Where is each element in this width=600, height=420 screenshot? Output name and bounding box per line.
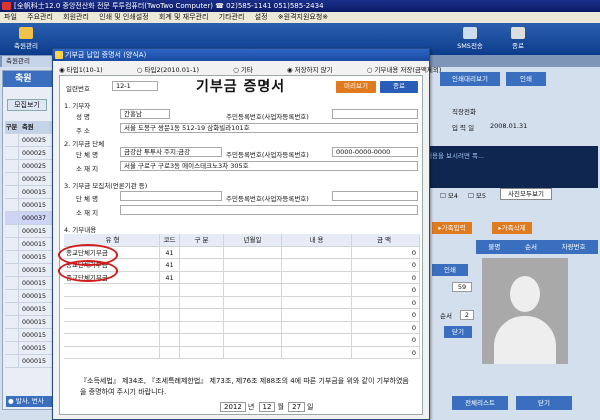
donation-certificate-dialog: 기부금 납입 증명서 (양식A) ◉ 타입1(10-1) ○ 타입2(2010.… <box>52 48 441 420</box>
section-donor: 1. 기부자 <box>64 102 91 110</box>
checkbox-5[interactable]: ☐ 모5 <box>468 190 486 200</box>
grid-row[interactable]: 0 <box>64 284 420 297</box>
section-organization: 2. 기부금 단체 <box>64 140 105 148</box>
toolbar-exit-button[interactable]: 종료 <box>498 25 538 53</box>
year-field[interactable]: 2012 <box>220 402 246 412</box>
menu-member[interactable]: 회원관리 <box>63 13 89 21</box>
section-collector: 3. 기부금 모집처(언론기관 등) <box>64 182 148 190</box>
show-photos-button[interactable]: 사진모두보기 <box>500 188 552 200</box>
donor-address-field[interactable]: 서울 도봉구 쌍문1동 512-19 삼화빌라101호 <box>120 123 418 133</box>
donor-rrn-field[interactable] <box>332 109 418 119</box>
grid-row[interactable]: 종교단체기부금 41 0 <box>64 271 420 284</box>
app-icon <box>2 2 11 10</box>
print-button[interactable]: 인쇄 <box>506 72 546 86</box>
quantity-field[interactable]: 59 <box>452 282 472 292</box>
print-small-button[interactable]: 인쇄 <box>432 264 468 276</box>
grid-header: 유 형 코드 구 분 년월일 내 용금 액 <box>64 234 420 247</box>
serial-label: 일련번호 <box>66 85 90 93</box>
dialog-title: 기부금 납입 증명서 (양식A) <box>65 51 147 59</box>
certificate-date: 2012 년 12 월 27 일 <box>218 402 314 412</box>
radio-no-save[interactable]: ◉ 저장하지 않기 <box>287 66 349 74</box>
collector-name-label: 단 체 명 <box>76 195 99 203</box>
notice-text: 내용을 보시려면 폭... <box>426 152 485 160</box>
notice-box: 내용을 보시려면 폭... <box>422 146 598 188</box>
org-rrn-field[interactable]: 0000-0000-0000 <box>332 147 418 157</box>
radio-type1[interactable]: ◉ 타입1(10-1) <box>59 66 119 74</box>
menu-account[interactable]: 회계 및 재무관리 <box>159 13 209 21</box>
toolbar-sms-button[interactable]: SMS전송 <box>450 25 490 53</box>
close-small-button[interactable]: 닫기 <box>444 326 472 338</box>
menu-bar: 파일 주요관리 회원관리 인쇄 및 인쇄설정 회계 및 재무관리 기타관리 설정… <box>0 12 600 23</box>
avatar-head <box>510 276 540 312</box>
donor-name-label: 성 명 <box>76 113 91 121</box>
dialog-icon <box>55 51 63 59</box>
collector-name-field[interactable] <box>120 191 222 201</box>
org-name-field[interactable]: 금강산 투투사 주지:금강 <box>120 147 222 157</box>
menu-etc[interactable]: 기타관리 <box>219 13 245 21</box>
certificate-sheet: 일련번호 12-1 기부금 증명서 미리보기 종료 1. 기부자 성 명 간홍남… <box>58 75 423 415</box>
family-delete-button[interactable]: ▸가족삭제 <box>492 222 532 234</box>
menu-file[interactable]: 파일 <box>4 13 17 21</box>
menu-settings[interactable]: 설정 <box>255 13 268 21</box>
dialog-close-button[interactable]: 종료 <box>380 81 418 93</box>
serial-field[interactable]: 12-1 <box>112 81 158 91</box>
window-title: [全帆科士12.0 중앙전산화 전문 투투컴퓨터(TwoTwo Computer… <box>14 2 324 10</box>
entry-date-label: 입 력 일 <box>452 124 475 132</box>
radio-type2[interactable]: ○ 타입2(2010.01-1) <box>137 66 215 74</box>
family-table-header: 불명 순서 차량번호 <box>476 240 598 254</box>
menu-main[interactable]: 주요관리 <box>27 13 53 21</box>
close-bottom-button[interactable]: 닫기 <box>516 396 572 410</box>
section-contents: 4. 기부내용 <box>64 226 97 234</box>
grid-row[interactable]: 0 <box>64 296 420 309</box>
member-photo <box>482 258 568 364</box>
left-bottom-button[interactable]: ● 발사, 번사 <box>6 396 58 407</box>
month-field[interactable]: 12 <box>258 402 276 412</box>
full-list-button[interactable]: 전체리스트 <box>452 396 508 410</box>
org-address-label: 소 재 지 <box>76 165 99 173</box>
checkbox-4[interactable]: ☐ 모4 <box>440 190 458 200</box>
work-phone-label: 직장전화 <box>452 108 476 116</box>
radio-other[interactable]: ○ 기타 <box>233 66 269 74</box>
type-radio-group: ◉ 타입1(10-1) ○ 타입2(2010.01-1) ○ 기타 ◉ 저장하지… <box>59 64 473 74</box>
seq-field[interactable]: 2 <box>460 310 474 320</box>
window-title-bar: [全帆科士12.0 중앙전산화 전문 투투컴퓨터(TwoTwo Computer… <box>0 0 600 12</box>
list-view-button[interactable]: 모집보기 <box>7 99 47 111</box>
dialog-title-bar: 기부금 납입 증명서 (양식A) <box>53 49 429 61</box>
grid-row[interactable]: 0 <box>64 334 420 347</box>
menu-remote[interactable]: ※원격지원요청※ <box>278 13 328 21</box>
org-rrn-label: 주민등록번호(사업자등록번호) <box>226 151 309 159</box>
avatar-body <box>494 316 556 364</box>
certificate-title: 기부금 증명서 <box>196 79 286 95</box>
highlight-oval-2 <box>58 260 118 282</box>
exit-icon <box>511 27 525 39</box>
phone-icon <box>463 27 477 39</box>
org-address-field[interactable]: 서울 구로구 구로3동 에이스테크노3차 305호 <box>120 161 418 171</box>
donor-name-field[interactable]: 간홍남 <box>120 109 170 119</box>
flower-icon <box>19 27 33 39</box>
collector-rrn-label: 주민등록번호(사업자등록번호) <box>226 195 309 203</box>
toolbar-prayer-button[interactable]: 축원관리 <box>6 25 46 53</box>
collector-rrn-field[interactable] <box>332 191 418 201</box>
menu-print[interactable]: 인쇄 및 인쇄설정 <box>99 13 149 21</box>
print-preview-button[interactable]: 인쇄대리보기 <box>440 72 500 86</box>
org-name-label: 단 체 명 <box>76 151 99 159</box>
seq-label: 순서 <box>440 312 452 320</box>
day-field[interactable]: 27 <box>288 402 306 412</box>
donor-rrn-label: 주민등록번호(사업자등록번호) <box>226 113 309 121</box>
collector-address-label: 소 재 지 <box>76 209 99 217</box>
grid-row[interactable]: 0 <box>64 346 420 359</box>
radio-save[interactable]: ○ 기부내용 저장(금액제외) <box>367 66 458 74</box>
grid-row[interactable]: 0 <box>64 309 420 322</box>
donor-address-label: 주 소 <box>76 127 91 135</box>
tab-prayer[interactable]: 축원관리 <box>2 56 54 67</box>
certificate-note: 『소득세법』 제34조, 『조세특례제한법』 제73조, 제76조 제88조의 … <box>80 377 409 396</box>
grid-row[interactable]: 0 <box>64 321 420 334</box>
collector-address-field[interactable] <box>120 205 418 215</box>
family-add-button[interactable]: ▸가족입력 <box>432 222 472 234</box>
preview-button[interactable]: 미리보기 <box>336 81 376 93</box>
entry-date: 2008.01.31 <box>490 122 528 130</box>
